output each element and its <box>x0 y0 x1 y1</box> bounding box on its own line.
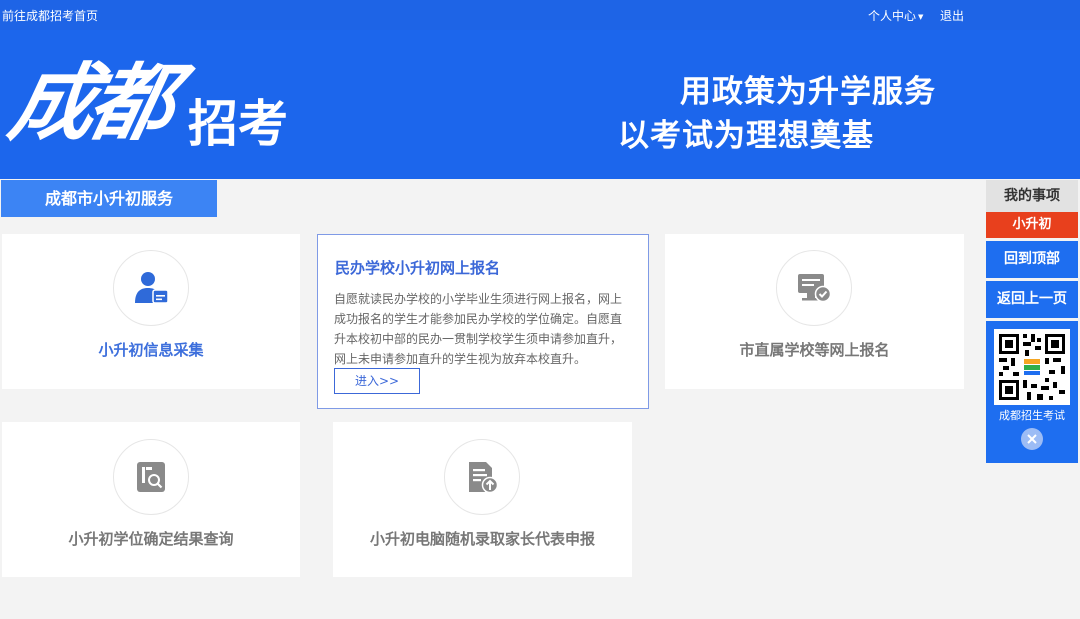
home-link[interactable]: 前往成都招考首页 <box>2 7 98 24</box>
icon-circle <box>113 250 189 326</box>
logo-script-text: 成都 <box>1 53 179 152</box>
card-result-query[interactable]: 小升初学位确定结果查询 <box>2 422 300 577</box>
banner: 成都 招考 用政策为升学服务 以考试为理想奠基 <box>0 30 1080 179</box>
floating-sidebar: 我的事项 小升初 回到顶部 返回上一页 成都招生考试 <box>986 180 1078 463</box>
back-previous-button[interactable]: 返回上一页 <box>986 281 1078 318</box>
user-card-icon <box>135 272 169 304</box>
top-bar: 前往成都招考首页 个人中心 ▼ 退出 <box>0 0 1080 30</box>
card-title: 民办学校小升初网上报名 <box>335 259 501 277</box>
sidebar-tag[interactable]: 小升初 <box>986 212 1078 238</box>
monitor-check-icon <box>798 274 832 303</box>
card-info-collect[interactable]: 小升初信息采集 <box>2 234 300 389</box>
card-title: 小升初信息采集 <box>98 341 204 359</box>
card-description: 自愿就读民办学校的小学毕业生须进行网上报名，网上成功报名的学生才能参加民办学校的… <box>334 292 623 366</box>
slogan-line2: 以考试为理想奠基 <box>618 118 874 154</box>
section-tab[interactable]: 成都市小升初服务 <box>1 180 217 217</box>
logo-text: 招考 <box>188 95 288 153</box>
enter-button[interactable]: 进入>> <box>334 368 420 394</box>
document-upload-icon <box>469 462 499 494</box>
document-search-icon <box>137 462 165 492</box>
sidebar-title: 我的事项 <box>986 180 1078 212</box>
icon-circle <box>113 439 189 515</box>
icon-circle <box>444 439 520 515</box>
card-title: 市直属学校等网上报名 <box>739 341 890 359</box>
caret-down-icon: ▼ <box>918 12 924 21</box>
icon-circle <box>776 250 852 326</box>
card-title: 小升初电脑随机录取家长代表申报 <box>369 530 595 548</box>
qr-label: 成都招生考试 <box>999 409 1065 422</box>
user-center-label: 个人中心 <box>868 9 917 23</box>
site-logo: 成都 招考 <box>2 48 288 158</box>
card-title: 小升初学位确定结果查询 <box>68 530 234 548</box>
card-city-registration[interactable]: 市直属学校等网上报名 <box>665 234 964 389</box>
card-private-registration: 民办学校小升初网上报名 自愿就读民办学校的小学毕业生须进行网上报名，网上成功报名… <box>317 234 649 409</box>
close-icon[interactable] <box>1021 428 1043 450</box>
qr-code-icon <box>994 329 1070 405</box>
user-center-menu[interactable]: 个人中心 ▼ <box>868 7 923 24</box>
back-to-top-button[interactable]: 回到顶部 <box>986 241 1078 278</box>
slogan-line1: 用政策为升学服务 <box>680 74 936 110</box>
card-parent-representative[interactable]: 小升初电脑随机录取家长代表申报 <box>333 422 632 577</box>
qr-panel: 成都招生考试 <box>986 321 1078 463</box>
logout-link[interactable]: 退出 <box>940 7 964 24</box>
